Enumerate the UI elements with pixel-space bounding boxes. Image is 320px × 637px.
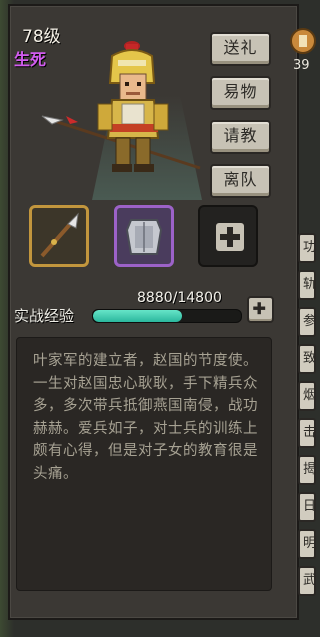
trade-button[interactable]: 易物: [210, 76, 271, 110]
xp-bar-fill: [93, 310, 182, 322]
spear-icon: [40, 212, 79, 258]
side-tab[interactable]: 日: [298, 492, 316, 522]
xp-value: 8880/14800: [137, 290, 222, 306]
weapon-slot[interactable]: [29, 205, 89, 267]
plus-icon: [216, 223, 244, 251]
side-tab[interactable]: 击: [298, 418, 316, 448]
coin-icon: [290, 28, 316, 54]
empty-equipment-slot[interactable]: [198, 205, 258, 267]
leave-team-button[interactable]: 离队: [210, 164, 271, 198]
side-tab[interactable]: 明: [298, 529, 316, 559]
side-tab[interactable]: 烟: [298, 381, 316, 411]
side-tab[interactable]: 参: [298, 307, 316, 337]
armor-slot[interactable]: [114, 205, 174, 267]
side-tab[interactable]: 揭: [298, 455, 316, 485]
hero-portrait: [41, 41, 201, 172]
plus-icon: [253, 302, 266, 315]
side-tab[interactable]: 功: [298, 233, 316, 263]
side-tab[interactable]: 致: [298, 344, 316, 374]
currency-amount: 39: [293, 58, 310, 73]
side-tab[interactable]: 轨: [298, 270, 316, 300]
xp-bar: [92, 309, 242, 323]
character-description: 叶家军的建立者，赵国的节度使。一生对赵国忠心耿耿，手下精兵众多，多次带兵抵御燕国…: [33, 353, 258, 482]
add-xp-button[interactable]: [247, 296, 274, 323]
gift-button[interactable]: 送礼: [210, 32, 271, 66]
xp-label: 实战经验: [14, 307, 75, 325]
description-box: 叶家军的建立者，赵国的节度使。一生对赵国忠心耿耿，手下精兵众多，多次带兵抵御燕国…: [16, 337, 272, 591]
side-tab[interactable]: 武: [298, 566, 316, 596]
chestplate-icon: [125, 219, 163, 255]
consult-button[interactable]: 请教: [210, 120, 271, 154]
